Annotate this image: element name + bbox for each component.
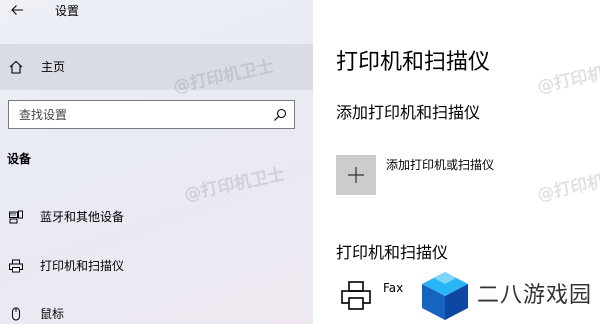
printer-icon bbox=[9, 259, 23, 273]
add-printer-label[interactable]: 添加打印机或扫描仪 bbox=[386, 157, 494, 173]
site-logo: 二八游戏园 bbox=[417, 268, 600, 324]
watermark-text: @打印机卫士 bbox=[182, 164, 287, 206]
sidebar-item-mouse[interactable]: 鼠标 bbox=[0, 297, 313, 324]
search-icon[interactable] bbox=[273, 108, 287, 122]
search-box[interactable] bbox=[8, 100, 295, 129]
watermark-text: @打印机卫士 bbox=[535, 164, 600, 206]
cube-logo-icon bbox=[422, 272, 468, 320]
section-header-devices: 设备 bbox=[7, 152, 32, 166]
sidebar-item-home[interactable]: 主页 bbox=[0, 44, 313, 90]
site-logo-text: 二八游戏园 bbox=[477, 283, 593, 308]
bluetooth-devices-icon bbox=[9, 210, 23, 224]
home-icon bbox=[9, 60, 23, 74]
sidebar-item-label: 鼠标 bbox=[40, 307, 65, 321]
sidebar-item-label: 打印机和扫描仪 bbox=[40, 259, 125, 273]
printer-name: Fax bbox=[383, 281, 404, 295]
window-title: 设置 bbox=[55, 4, 80, 18]
sidebar-item-printers[interactable]: 打印机和扫描仪 bbox=[0, 249, 313, 285]
sidebar-item-label: 主页 bbox=[41, 60, 66, 74]
printer-icon bbox=[341, 281, 371, 310]
plus-icon bbox=[348, 167, 364, 183]
settings-sidebar: 设置 主页 设备 蓝牙和其他设备 打印机和扫描仪 bbox=[0, 0, 313, 324]
title-bar: 设置 bbox=[0, 0, 313, 24]
printer-list-title: 打印机和扫描仪 bbox=[336, 243, 449, 262]
sidebar-item-bluetooth[interactable]: 蓝牙和其他设备 bbox=[0, 200, 313, 236]
back-arrow-icon[interactable] bbox=[10, 3, 24, 17]
add-section-title: 添加打印机和扫描仪 bbox=[336, 103, 481, 122]
watermark-text: @打印机卫士 bbox=[535, 56, 600, 98]
sidebar-item-label: 蓝牙和其他设备 bbox=[40, 210, 125, 224]
page-title: 打印机和扫描仪 bbox=[336, 50, 491, 75]
mouse-icon bbox=[12, 307, 20, 321]
search-input[interactable] bbox=[9, 101, 264, 128]
add-printer-button[interactable] bbox=[336, 155, 376, 195]
